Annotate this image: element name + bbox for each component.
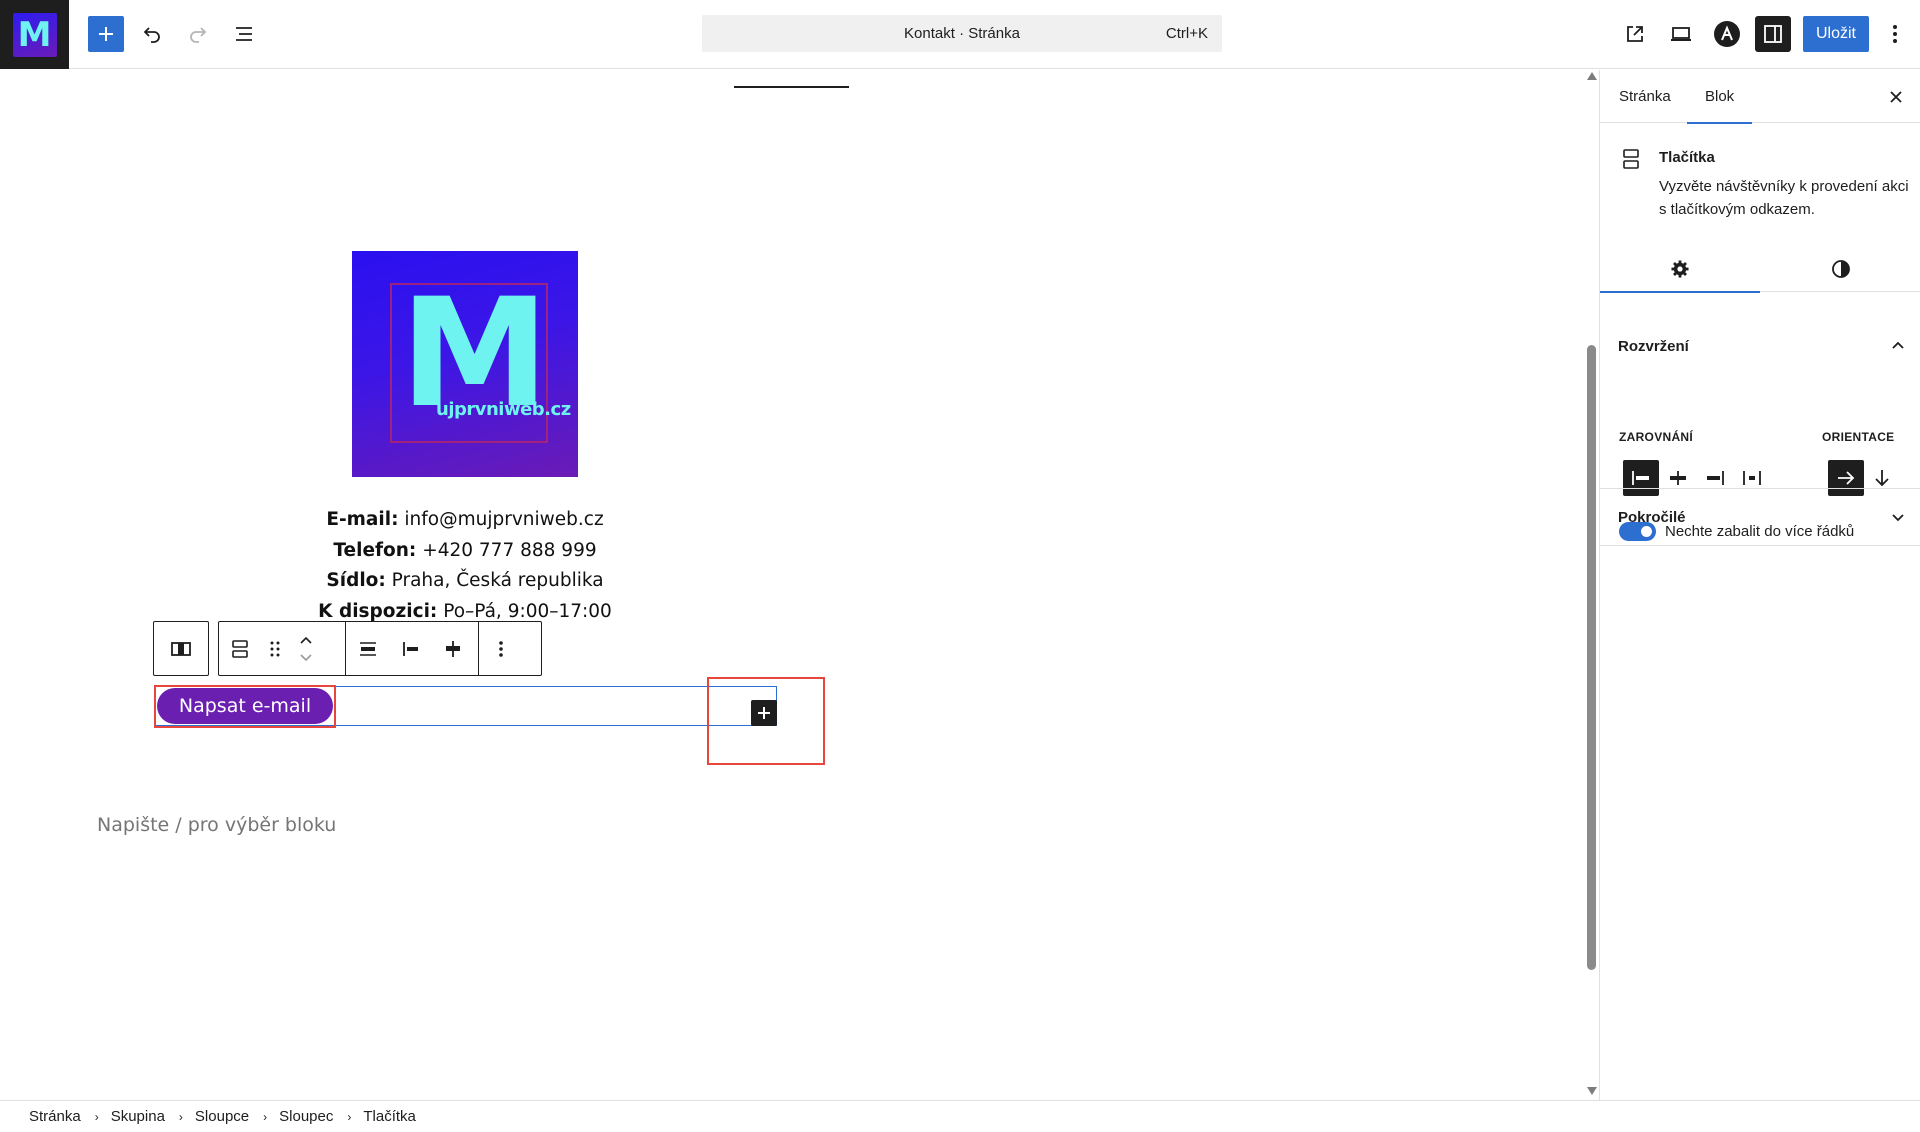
orientation-label: Orientace [1822,430,1895,444]
more-vertical-icon [499,640,503,657]
site-logo-letter: M [17,14,52,55]
justify-center-icon [446,640,460,657]
editor-header: M Kontakt · Stránka Ctrl+K Uložit [0,0,1920,69]
site-logo-icon: M [12,12,57,57]
command-bar-title: Kontakt · Stránka [904,25,1020,42]
undo-icon [143,27,160,43]
block-placeholder[interactable]: Napište / pro výběr bloku [97,814,336,836]
breadcrumb-item-group[interactable]: Skupina [111,1108,165,1125]
contact-line-address: Sídlo: Praha, Česká republika [326,570,604,591]
view-page-button[interactable] [1617,16,1653,52]
chevron-up-icon[interactable] [299,635,313,645]
tab-settings[interactable] [1600,245,1760,293]
sidebar-tabs: Stránka Blok [1600,70,1920,124]
select-parent-button[interactable] [153,621,209,676]
drag-handle-icon [270,641,280,656]
columns-icon [171,641,191,656]
tab-page[interactable]: Stránka [1619,70,1671,123]
chevron-down-icon[interactable] [299,653,313,663]
justify-left-icon [403,641,418,656]
editor-canvas[interactable]: M ujprvniweb.cz E-mail: info@mujprvniweb… [0,70,1585,1100]
contact-line-email: E-mail: info@mujprvniweb.cz [326,509,604,530]
arrow-down-icon [1875,470,1889,487]
sidebar-icon [1764,25,1782,43]
list-view-icon [236,27,252,41]
command-bar-shortcut: Ctrl+K [1165,25,1208,42]
buttons-block-icon [232,639,248,658]
save-button[interactable]: Uložit [1803,16,1869,52]
astra-icon [1714,21,1740,47]
chevron-down-icon [1892,514,1904,522]
separator-line [734,86,849,88]
block-type-button[interactable] [219,622,261,675]
chevron-right-icon: › [178,1109,183,1124]
chevron-right-icon: › [263,1109,268,1124]
more-vertical-icon [1893,25,1897,43]
undo-button[interactable] [134,16,170,52]
layout-panel-toggle[interactable]: Rozvržení [1600,318,1920,374]
command-palette-bar[interactable]: Kontakt · Stránka Ctrl+K [702,15,1222,52]
breadcrumb-item-column[interactable]: Sloupec [279,1108,333,1125]
breadcrumb-item-buttons: Tlačítka [363,1108,416,1125]
justify-left-icon [1632,471,1649,485]
close-icon [1890,91,1902,103]
move-buttons [289,622,323,675]
buttons-block-icon [1623,149,1639,169]
arrow-right-icon [1838,471,1855,485]
contact-line-phone: Telefon: +420 777 888 999 [333,539,597,561]
logo-image[interactable]: M ujprvniweb.cz [352,251,578,477]
scroll-down-arrow[interactable] [1587,1087,1597,1095]
advanced-panel-toggle[interactable]: Pokročilé [1600,489,1920,545]
justification-label: Zarovnání [1619,430,1694,444]
breadcrumb-item-page[interactable]: Stránka [29,1108,81,1125]
settings-sidebar: Stránka Blok Tlačítka Vyzvěte návštěvník… [1599,70,1920,1100]
justify-center-icon [1670,471,1686,485]
block-options-button[interactable] [479,622,523,675]
preview-device-button[interactable] [1663,16,1699,52]
contact-paragraph[interactable]: E-mail: info@mujprvniweb.cz Telefon: +42… [250,505,680,627]
highlight-box-appender [707,677,825,765]
justify-left-button[interactable] [390,622,432,675]
document-overview-button[interactable] [226,16,262,52]
block-title: Tlačítka [1659,149,1715,166]
plugin-button[interactable] [1709,16,1745,52]
layout-panel-title: Rozvržení [1618,337,1689,355]
chevron-right-icon: › [94,1109,99,1124]
close-sidebar-button[interactable] [1885,86,1907,108]
styles-contrast-icon [1832,259,1850,278]
chevron-up-icon [1892,341,1904,349]
chevron-right-icon: › [347,1109,352,1124]
advanced-panel-title: Pokročilé [1618,508,1686,526]
breadcrumb-item-columns[interactable]: Sloupce [195,1108,249,1125]
settings-sidebar-toggle[interactable] [1755,16,1791,52]
add-block-button[interactable] [88,16,124,52]
block-description: Vyzvěte návštěvníky k provedení akci s t… [1659,178,1909,218]
change-items-justification-button[interactable] [346,622,390,675]
justify-center-button[interactable] [432,622,474,675]
justify-stretch-icon [360,641,376,656]
panel-divider [1600,545,1920,546]
plus-icon [99,27,113,41]
external-link-icon [1627,26,1643,42]
justify-right-icon [1707,471,1724,485]
breadcrumb: Stránka › Skupina › Sloupce › Sloupec › … [0,1100,1920,1132]
tab-styles[interactable] [1761,245,1920,292]
laptop-icon [1671,27,1691,41]
scrollbar-thumb[interactable] [1587,345,1596,970]
scroll-up-arrow[interactable] [1587,72,1597,80]
options-menu-button[interactable] [1877,16,1913,52]
gear-icon [1671,260,1689,277]
logo-text: ujprvniweb.cz [436,399,571,420]
block-toolbar [218,621,542,676]
redo-button[interactable] [180,16,216,52]
drag-handle[interactable] [261,622,289,675]
highlight-box-button [154,685,336,728]
redo-icon [190,27,207,43]
block-inspector-tabs [1600,245,1920,293]
site-logo-button[interactable]: M [0,0,69,69]
justify-space-between-icon [1743,471,1761,485]
tab-block[interactable]: Blok [1686,70,1753,124]
